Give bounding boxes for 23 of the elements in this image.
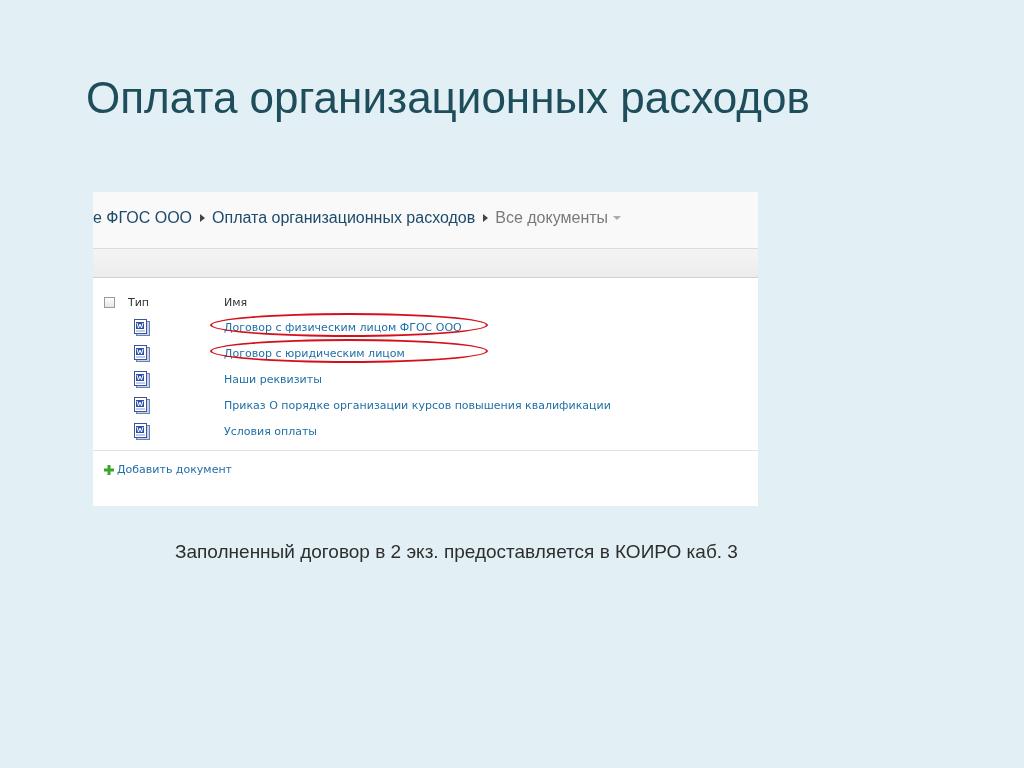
document-link[interactable]: Наши реквизиты (224, 372, 322, 386)
plus-icon (104, 464, 114, 475)
select-all-checkbox[interactable] (104, 296, 115, 308)
word-document-icon (134, 370, 150, 388)
triangle-icon (483, 214, 489, 222)
triangle-icon (200, 214, 206, 222)
caption-text: Заполненный договор в 2 экз. предоставляется в КОИРО каб. 3 (175, 541, 739, 563)
word-document-icon (134, 344, 150, 362)
word-document-icon (134, 422, 150, 440)
document-link[interactable]: Приказ О порядке организации курсов повышения квалификации (224, 398, 611, 412)
column-header[interactable]: Имя (224, 295, 248, 309)
document-link[interactable]: Договор с физическим лицом ФГОС ООО (224, 320, 462, 334)
document-link[interactable]: Договор с юридическим лицом (224, 346, 405, 360)
breadcrumb-link[interactable]: Все документы (495, 209, 609, 227)
word-document-icon (134, 396, 150, 414)
breadcrumb-link[interactable]: е ФГОС ООО (93, 209, 193, 227)
add-document-link[interactable]: Добавить документ (117, 463, 233, 476)
dropdown-caret-icon[interactable] (613, 216, 622, 220)
column-header[interactable]: Тип (128, 295, 224, 309)
breadcrumb-link[interactable]: Оплата организационных расходов (212, 209, 476, 227)
word-document-icon (134, 318, 150, 336)
slide-title: Оплата организационных расходов (86, 72, 811, 124)
document-link[interactable]: Условия оплаты (224, 424, 318, 438)
